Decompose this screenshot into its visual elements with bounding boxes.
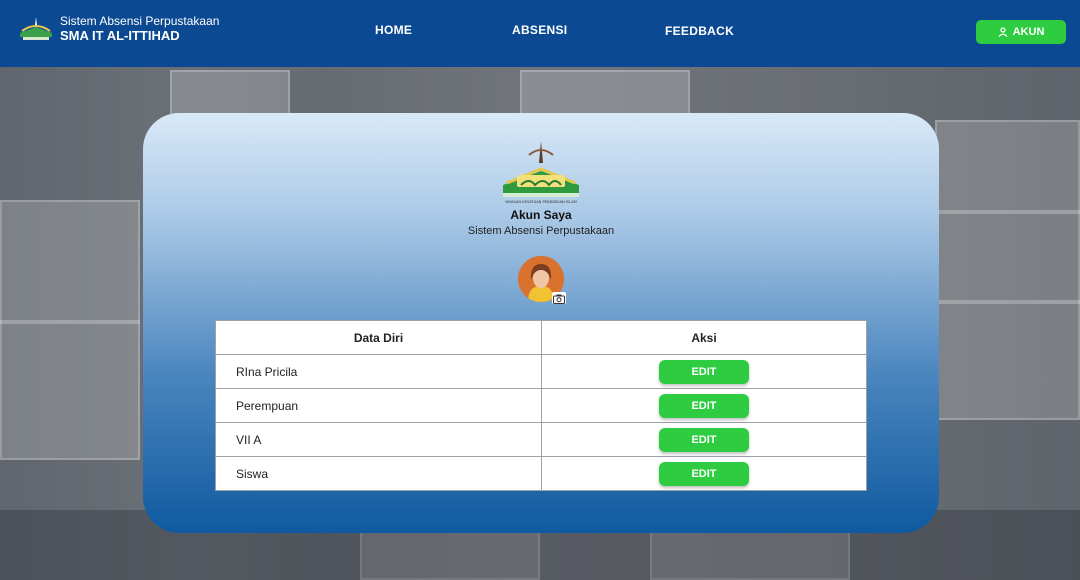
yayasan-logo-icon: YAYASAN KESATUAN PENDIDIKAN ISLAM [503, 141, 579, 204]
account-button-label: AKUN [1012, 26, 1045, 38]
logo-caption: YAYASAN KESATUAN PENDIDIKAN ISLAM [505, 200, 577, 204]
account-button[interactable]: AKUN [976, 20, 1066, 44]
column-header-aksi: Aksi [541, 320, 867, 355]
brand[interactable]: Sistem Absensi Perpustakaan SMA IT AL-IT… [18, 14, 219, 44]
edit-button[interactable]: EDIT [659, 359, 749, 384]
table-row: Perempuan EDIT [215, 388, 867, 423]
bookshelf [0, 200, 140, 460]
edit-button[interactable]: EDIT [659, 427, 749, 452]
data-value: VII A [215, 422, 542, 457]
bookshelf [935, 120, 1080, 420]
table-row: VII A EDIT [215, 422, 867, 457]
page-subtitle: Sistem Absensi Perpustakaan [467, 225, 615, 237]
action-cell: EDIT [541, 456, 867, 491]
data-value: Perempuan [215, 388, 542, 423]
brand-title: SMA IT AL-ITTIHAD [60, 28, 180, 43]
shelf-divider [0, 320, 140, 324]
top-navbar: Sistem Absensi Perpustakaan SMA IT AL-IT… [0, 0, 1080, 67]
edit-button[interactable]: EDIT [659, 393, 749, 418]
data-value: RIna Pricila [215, 354, 542, 389]
shelf-divider [935, 210, 1080, 214]
table-row: Siswa EDIT [215, 456, 867, 491]
edit-button[interactable]: EDIT [659, 461, 749, 486]
column-header-data-diri: Data Diri [215, 320, 542, 355]
table-header-row: Data Diri Aksi [215, 320, 867, 355]
user-icon [998, 27, 1008, 37]
camera-icon[interactable] [552, 292, 566, 304]
action-cell: EDIT [541, 354, 867, 389]
brand-subtitle: Sistem Absensi Perpustakaan [60, 14, 220, 28]
nav-home[interactable]: HOME [375, 23, 412, 37]
page-title: Akun Saya [510, 208, 572, 222]
nav-absensi[interactable]: ABSENSI [512, 23, 567, 37]
shelf-divider [935, 300, 1080, 304]
account-card: YAYASAN KESATUAN PENDIDIKAN ISLAM Akun S… [143, 113, 939, 533]
camera-glyph [553, 294, 565, 304]
table-row: RIna Pricila EDIT [215, 354, 867, 389]
action-cell: EDIT [541, 422, 867, 457]
action-cell: EDIT [541, 388, 867, 423]
brand-text: Sistem Absensi Perpustakaan SMA IT AL-IT… [60, 14, 219, 44]
personal-data-table: Data Diri Aksi RIna Pricila EDIT Perempu… [215, 320, 867, 491]
nav-feedback[interactable]: FEEDBACK [665, 24, 734, 38]
school-logo-icon [20, 17, 52, 40]
data-value: Siswa [215, 456, 542, 491]
